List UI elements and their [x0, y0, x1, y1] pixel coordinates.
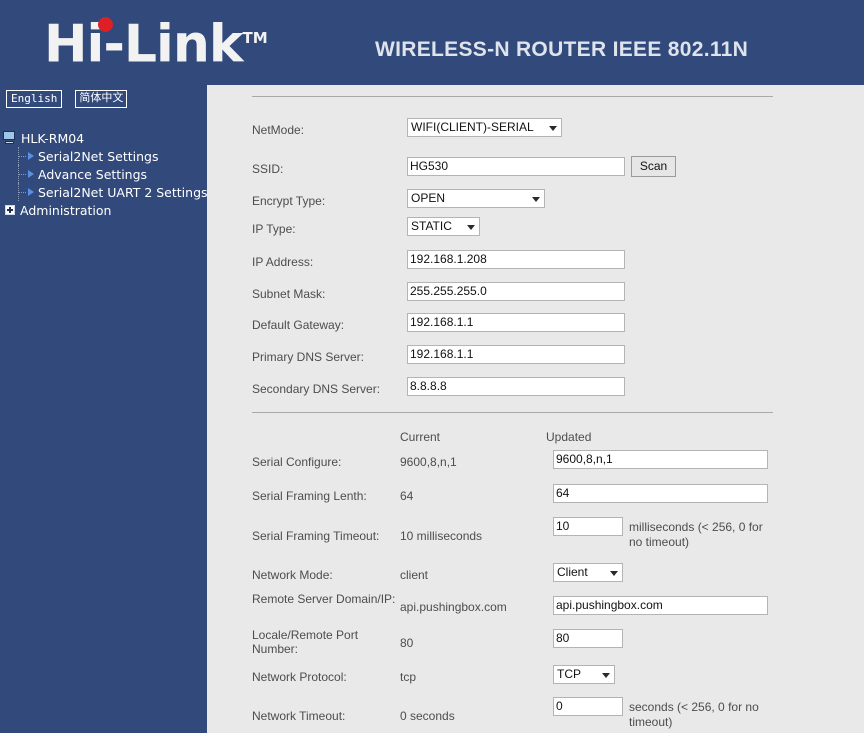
current-serial-framing-length: 64: [400, 489, 414, 503]
netmode-select[interactable]: WIFI(CLIENT)-SERIAL: [407, 118, 562, 137]
tree-connector-icon: [14, 183, 28, 201]
netmode-select-value: WIFI(CLIENT)-SERIAL: [411, 120, 534, 134]
network-mode-select-value: Client: [557, 565, 588, 579]
current-port-number: 80: [400, 636, 414, 650]
ip-type-select[interactable]: STATIC: [407, 217, 480, 236]
logo-red-dot-icon: [98, 17, 113, 32]
current-serial-configure: 9600,8,n,1: [400, 455, 457, 469]
chevron-down-icon: [549, 126, 557, 131]
current-serial-framing-timeout: 10 milliseconds: [400, 529, 483, 543]
label-primary-dns: Primary DNS Server:: [252, 350, 365, 364]
language-switcher: English 简体中文: [6, 90, 128, 108]
arrow-right-icon: [28, 152, 34, 160]
serial-configure-input[interactable]: 9600,8,n,1: [553, 450, 768, 469]
sidebar: English 简体中文 HLK-RM04 Serial2Net Setting…: [0, 85, 208, 733]
plus-expander-icon[interactable]: [5, 205, 15, 215]
sidebar-item-label: Serial2Net UART 2 Settings: [38, 184, 208, 200]
encrypt-type-select[interactable]: OPEN: [407, 189, 545, 208]
label-netmode: NetMode:: [252, 123, 305, 137]
navigation-tree: HLK-RM04 Serial2Net Settings Advance Set…: [0, 129, 208, 219]
sidebar-item-label: Administration: [20, 202, 112, 218]
label-port-number: Locale/Remote Port Number:: [252, 628, 359, 656]
logo-tm-mark: TM: [242, 29, 268, 47]
port-number-input[interactable]: 80: [553, 629, 623, 648]
sidebar-item-label: Serial2Net Settings: [38, 148, 159, 164]
label-network-protocol: Network Protocol:: [252, 670, 347, 684]
encrypt-type-select-value: OPEN: [411, 191, 446, 205]
chevron-down-icon: [532, 197, 540, 202]
label-ip-type: IP Type:: [252, 222, 296, 236]
primary-dns-input[interactable]: 192.168.1.1: [407, 345, 625, 364]
logo-text: Hi-Link: [44, 14, 243, 75]
computer-icon: [2, 131, 17, 145]
label-serial-configure: Serial Configure:: [252, 455, 342, 469]
page-header: Hi-LinkTM WIRELESS-N ROUTER IEEE 802.11N: [0, 0, 864, 85]
arrow-right-icon: [28, 188, 34, 196]
network-mode-select[interactable]: Client: [553, 563, 623, 582]
sidebar-item-advance-settings[interactable]: Advance Settings: [0, 165, 207, 183]
hint-network-timeout: seconds (< 256, 0 for no timeout): [629, 700, 759, 729]
label-encrypt-type: Encrypt Type:: [252, 194, 326, 208]
ip-type-select-value: STATIC: [411, 219, 452, 233]
label-default-gateway: Default Gateway:: [252, 318, 345, 332]
lang-english-button[interactable]: English: [6, 90, 63, 108]
remote-server-input[interactable]: api.pushingbox.com: [553, 596, 768, 615]
tree-root-label: HLK-RM04: [21, 130, 85, 146]
network-timeout-input[interactable]: 0: [553, 697, 623, 716]
label-network-mode: Network Mode:: [252, 568, 333, 582]
chevron-down-icon: [467, 225, 475, 230]
current-network-protocol: tcp: [400, 670, 417, 684]
label-serial-framing-timeout: Serial Framing Timeout:: [252, 529, 380, 543]
network-protocol-select-value: TCP: [557, 667, 581, 681]
hint-serial-framing-timeout: milliseconds (< 256, 0 for no timeout): [629, 520, 763, 549]
current-network-mode: client: [400, 568, 429, 582]
label-secondary-dns: Secondary DNS Server:: [252, 382, 381, 396]
lang-chinese-button[interactable]: 简体中文: [75, 90, 128, 108]
default-gateway-input[interactable]: 192.168.1.1: [407, 313, 625, 332]
divider-middle: [252, 412, 773, 413]
subnet-mask-input[interactable]: 255.255.255.0: [407, 282, 625, 301]
label-ip-address: IP Address:: [252, 255, 314, 269]
tree-connector-icon: [14, 165, 28, 183]
label-serial-framing-length: Serial Framing Lenth:: [252, 489, 367, 503]
serial-framing-length-input[interactable]: 64: [553, 484, 768, 503]
secondary-dns-input[interactable]: 8.8.8.8: [407, 377, 625, 396]
chevron-down-icon: [602, 673, 610, 678]
serial-framing-timeout-input[interactable]: 10: [553, 517, 623, 536]
label-ssid: SSID:: [252, 162, 284, 176]
column-header-current: Current: [400, 430, 441, 444]
current-remote-server: api.pushingbox.com: [400, 600, 507, 614]
label-network-timeout: Network Timeout:: [252, 709, 346, 723]
sidebar-item-label: Advance Settings: [38, 166, 148, 182]
chevron-down-icon: [610, 571, 618, 576]
ip-address-input[interactable]: 192.168.1.208: [407, 250, 625, 269]
label-subnet-mask: Subnet Mask:: [252, 287, 326, 301]
label-remote-server: Remote Server Domain/IP:: [252, 592, 396, 606]
tree-item-hlk-rm04[interactable]: HLK-RM04: [0, 129, 207, 147]
column-header-updated: Updated: [546, 430, 592, 444]
divider-top: [252, 96, 773, 97]
arrow-right-icon: [28, 170, 34, 178]
page-title: WIRELESS-N ROUTER IEEE 802.11N: [375, 38, 749, 61]
network-protocol-select[interactable]: TCP: [553, 665, 615, 684]
tree-connector-icon: [14, 147, 28, 165]
content-panel: NetMode: WIFI(CLIENT)-SERIAL SSID: HG530…: [207, 85, 864, 733]
sidebar-item-administration[interactable]: Administration: [0, 201, 207, 219]
ssid-input[interactable]: HG530: [407, 157, 625, 176]
sidebar-item-serial2net-settings[interactable]: Serial2Net Settings: [0, 147, 207, 165]
current-network-timeout: 0 seconds: [400, 709, 455, 723]
sidebar-item-serial2net-uart2-settings[interactable]: Serial2Net UART 2 Settings: [0, 183, 208, 201]
hilink-logo: Hi-LinkTM: [44, 8, 268, 74]
scan-button[interactable]: Scan: [631, 156, 676, 177]
